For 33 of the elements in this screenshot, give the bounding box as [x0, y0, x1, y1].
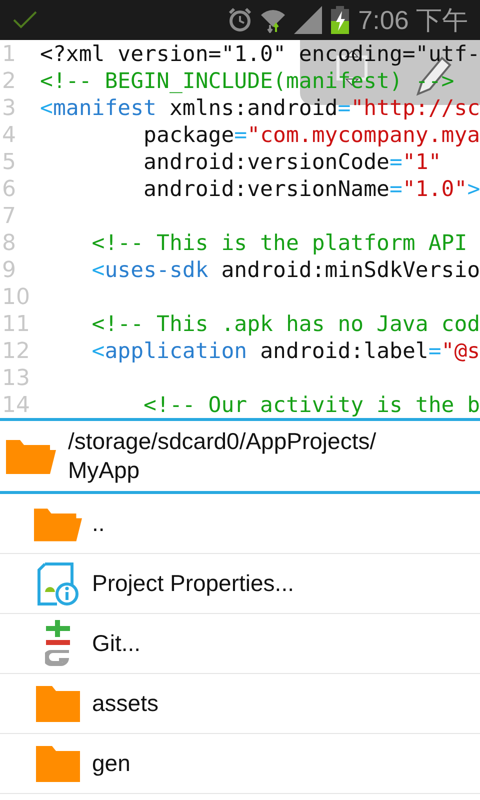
code-line: <!-- BEGIN_INCLUDE(manifest) -->: [40, 68, 454, 95]
file-list-item[interactable]: Git...: [0, 614, 480, 674]
file-name: ..: [92, 509, 105, 538]
file-list-item[interactable]: ..: [0, 494, 480, 554]
code-line: <?xml version="1.0" encoding="utf-: [40, 41, 480, 68]
file-list-item[interactable]: gen: [0, 734, 480, 794]
code-line: android:versionName="1.0">: [142, 176, 480, 203]
folder-icon: [36, 746, 80, 782]
file-name: gen: [92, 749, 130, 778]
code-line: <uses-sdk android:minSdkVersio: [90, 257, 480, 284]
code-line: android:versionCode="1": [142, 149, 442, 176]
file-info-icon: [37, 562, 79, 606]
alarm-icon: [228, 7, 252, 33]
code-line: <!-- Our activity is the b: [142, 392, 480, 418]
open-folder-icon: [34, 506, 82, 542]
code-line: <!-- This is the platform API: [90, 230, 468, 257]
status-time: 7:06 下午: [358, 7, 468, 33]
open-folder-icon: [6, 438, 56, 474]
code-line: <application android:label="@s: [90, 338, 480, 365]
file-name: assets: [92, 689, 158, 718]
git-icon: [45, 620, 71, 668]
file-name: Project Properties...: [92, 569, 294, 598]
code-line: package="com.mycompany.mya: [142, 122, 480, 149]
wifi-icon: [260, 7, 286, 33]
code-line: <manifest xmlns:android="http://sc: [40, 95, 480, 122]
signal-icon: [294, 6, 322, 34]
file-list-item[interactable]: Project Properties...: [0, 554, 480, 614]
folder-icon: [36, 686, 80, 722]
file-name: Git...: [92, 629, 141, 658]
check-icon: [12, 10, 38, 30]
code-line: <!-- This .apk has no Java cod: [90, 311, 480, 338]
file-list-item[interactable]: assets: [0, 674, 480, 734]
current-path: /storage/sdcard0/AppProjects/MyApp: [68, 427, 378, 485]
